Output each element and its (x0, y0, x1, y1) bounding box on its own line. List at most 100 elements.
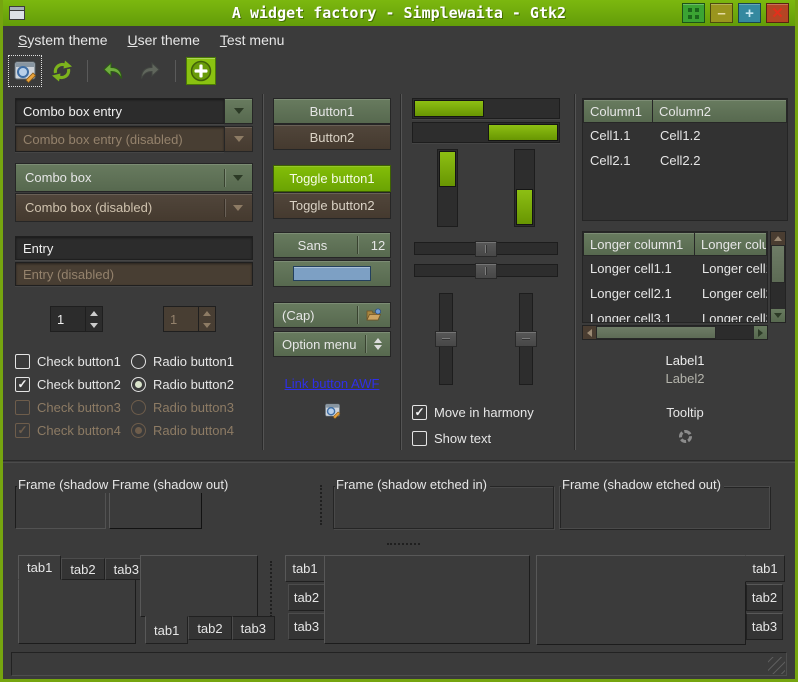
tab-tab2[interactable]: tab2 (746, 584, 783, 611)
resize-grip[interactable] (768, 657, 785, 674)
tab-tab3[interactable]: tab3 (232, 616, 275, 640)
tab-tab1[interactable]: tab1 (745, 555, 785, 582)
combo-box-entry[interactable]: Combo box entry (15, 98, 253, 124)
spin-button[interactable]: 1 (50, 306, 103, 332)
column-header[interactable]: Column2 (652, 99, 787, 123)
table-row[interactable]: Longer cell2.1 Longer cell2.2 (583, 281, 767, 306)
progress-fill (414, 100, 484, 117)
radio-button-selected[interactable] (131, 377, 146, 392)
notebook-page (324, 555, 530, 644)
minimize-button[interactable]: – (710, 3, 733, 23)
redo-tool-button[interactable] (135, 57, 165, 85)
workspace-dots-button[interactable] (682, 3, 705, 23)
column-header[interactable]: Longer column1 (583, 232, 695, 256)
table-row[interactable]: Cell1.1 Cell1.2 (583, 123, 787, 148)
checkbox-unchecked[interactable] (15, 354, 30, 369)
tree-view: Column1 Column2 Cell1.1 Cell1.2 Cell2.1 … (582, 98, 788, 221)
checkbox-label: Check button2 (37, 377, 131, 392)
checkbox-label: Move in harmony (434, 405, 534, 420)
horizontal-scrollbar[interactable] (582, 325, 768, 340)
vertical-scrollbar[interactable] (770, 231, 786, 323)
widget-factory-icon-small (324, 402, 341, 419)
close-icon: ✕ (771, 6, 784, 21)
slider-handle[interactable] (435, 331, 457, 347)
frame-shadow-etched-out: Frame (shadow etched out) (559, 477, 770, 529)
checkbox-checked[interactable]: ✓ (412, 405, 427, 420)
tab-tab2[interactable]: tab2 (61, 558, 104, 580)
menu-system-theme[interactable]: System theme (8, 29, 117, 51)
checkbox-checked[interactable]: ✓ (15, 377, 30, 392)
show-text-row: Show text (412, 430, 560, 446)
scrollbar-trough[interactable] (716, 326, 754, 339)
table-row[interactable]: Longer cell3.1 Longer cell3.2 (583, 306, 767, 323)
maximize-button[interactable]: + (738, 3, 761, 23)
spin-buttons-row: 1 1 (15, 306, 253, 332)
scroll-down-button[interactable] (771, 309, 785, 322)
redo-icon (138, 59, 162, 83)
combo-dropdown-button[interactable] (224, 98, 253, 124)
checkbox-unchecked[interactable] (412, 431, 427, 446)
progress-fill (488, 124, 558, 141)
slider-handle[interactable] (475, 241, 497, 257)
arrow-left-icon (587, 329, 592, 337)
window-title: A widget factory - Simplewaita - Gtk2 (3, 4, 795, 22)
tab-tab1[interactable]: tab1 (145, 616, 188, 644)
tree-view-clipped: Longer column1 Longer column2 Longer cel… (582, 231, 768, 323)
check-radio-row: Check button1 Radio button1 (15, 353, 253, 369)
tab-tab1[interactable]: tab1 (18, 555, 61, 580)
menu-user-theme[interactable]: User theme (117, 29, 209, 51)
frame-label: Frame (shadow out) (111, 477, 231, 493)
column-separator (574, 94, 576, 450)
tab-tab2[interactable]: tab2 (188, 616, 231, 640)
chevron-down-icon (233, 175, 243, 181)
table-row[interactable]: Longer cell1.1 Longer cell1.2 (583, 256, 767, 281)
widget-factory-tool-button[interactable] (10, 57, 40, 85)
progress-bar-top-down (437, 149, 458, 227)
table-row[interactable]: Cell2.1 Cell2.2 (583, 148, 787, 173)
combo-box-entry-field[interactable]: Combo box entry (15, 98, 224, 124)
font-button[interactable]: Sans 12 (273, 232, 391, 258)
toggle-button1-active[interactable]: Toggle button1 (273, 165, 391, 192)
add-tool-button[interactable] (186, 57, 216, 85)
scrollbar-thumb[interactable] (596, 326, 716, 339)
option-menu[interactable]: Option menu (273, 331, 391, 357)
link-button[interactable]: Link button AWF (285, 376, 380, 391)
column-header[interactable]: Column1 (583, 99, 653, 123)
radio-button-unselected[interactable] (131, 354, 146, 369)
scrollbar-trough[interactable] (771, 283, 785, 309)
maximize-icon: + (745, 6, 754, 21)
column-header[interactable]: Longer column2 (694, 232, 767, 256)
spin-down-icon[interactable] (86, 319, 102, 331)
range-options: ✓ Move in harmony Show text (412, 404, 560, 446)
tab-tab3[interactable]: tab3 (288, 613, 325, 640)
spin-up-icon[interactable] (86, 307, 102, 319)
toggle-button2-disabled: Toggle button2 (273, 192, 391, 219)
file-chooser-button[interactable]: (Cap) (273, 302, 391, 328)
combo-box-entry-disabled-field: Combo box entry (disabled) (15, 126, 224, 152)
vertical-scale-2[interactable] (519, 293, 533, 385)
text-entry-disabled: Entry (disabled) (15, 262, 253, 286)
close-button[interactable]: ✕ (766, 3, 789, 23)
minimize-icon: – (717, 6, 725, 21)
text-entry[interactable]: Entry (15, 236, 253, 260)
undo-tool-button[interactable] (98, 57, 128, 85)
combo-box-entry-disabled: Combo box entry (disabled) (15, 126, 253, 152)
window-menu-icon[interactable] (9, 6, 25, 20)
slider-handle[interactable] (515, 331, 537, 347)
combo-box[interactable]: Combo box (15, 163, 253, 192)
slider-handle[interactable] (475, 263, 497, 279)
scroll-right-button[interactable] (754, 326, 767, 339)
color-button[interactable] (273, 260, 391, 287)
scrollbar-thumb[interactable] (771, 245, 785, 283)
tab-tab3[interactable]: tab3 (746, 613, 783, 640)
menu-test-menu[interactable]: Test menu (210, 29, 295, 51)
tab-tab2[interactable]: tab2 (288, 584, 325, 611)
vertical-scale-1[interactable] (439, 293, 453, 385)
horizontal-scale-1[interactable] (414, 242, 558, 255)
button1[interactable]: Button1 (273, 98, 391, 124)
horizontal-scale-2[interactable] (414, 264, 558, 277)
notebook-top-tabs: tab1 tab2 tab3 (18, 555, 136, 644)
tab-tab1[interactable]: tab1 (285, 555, 325, 582)
arrow-right-icon (758, 329, 763, 337)
refresh-tool-button[interactable] (47, 57, 77, 85)
